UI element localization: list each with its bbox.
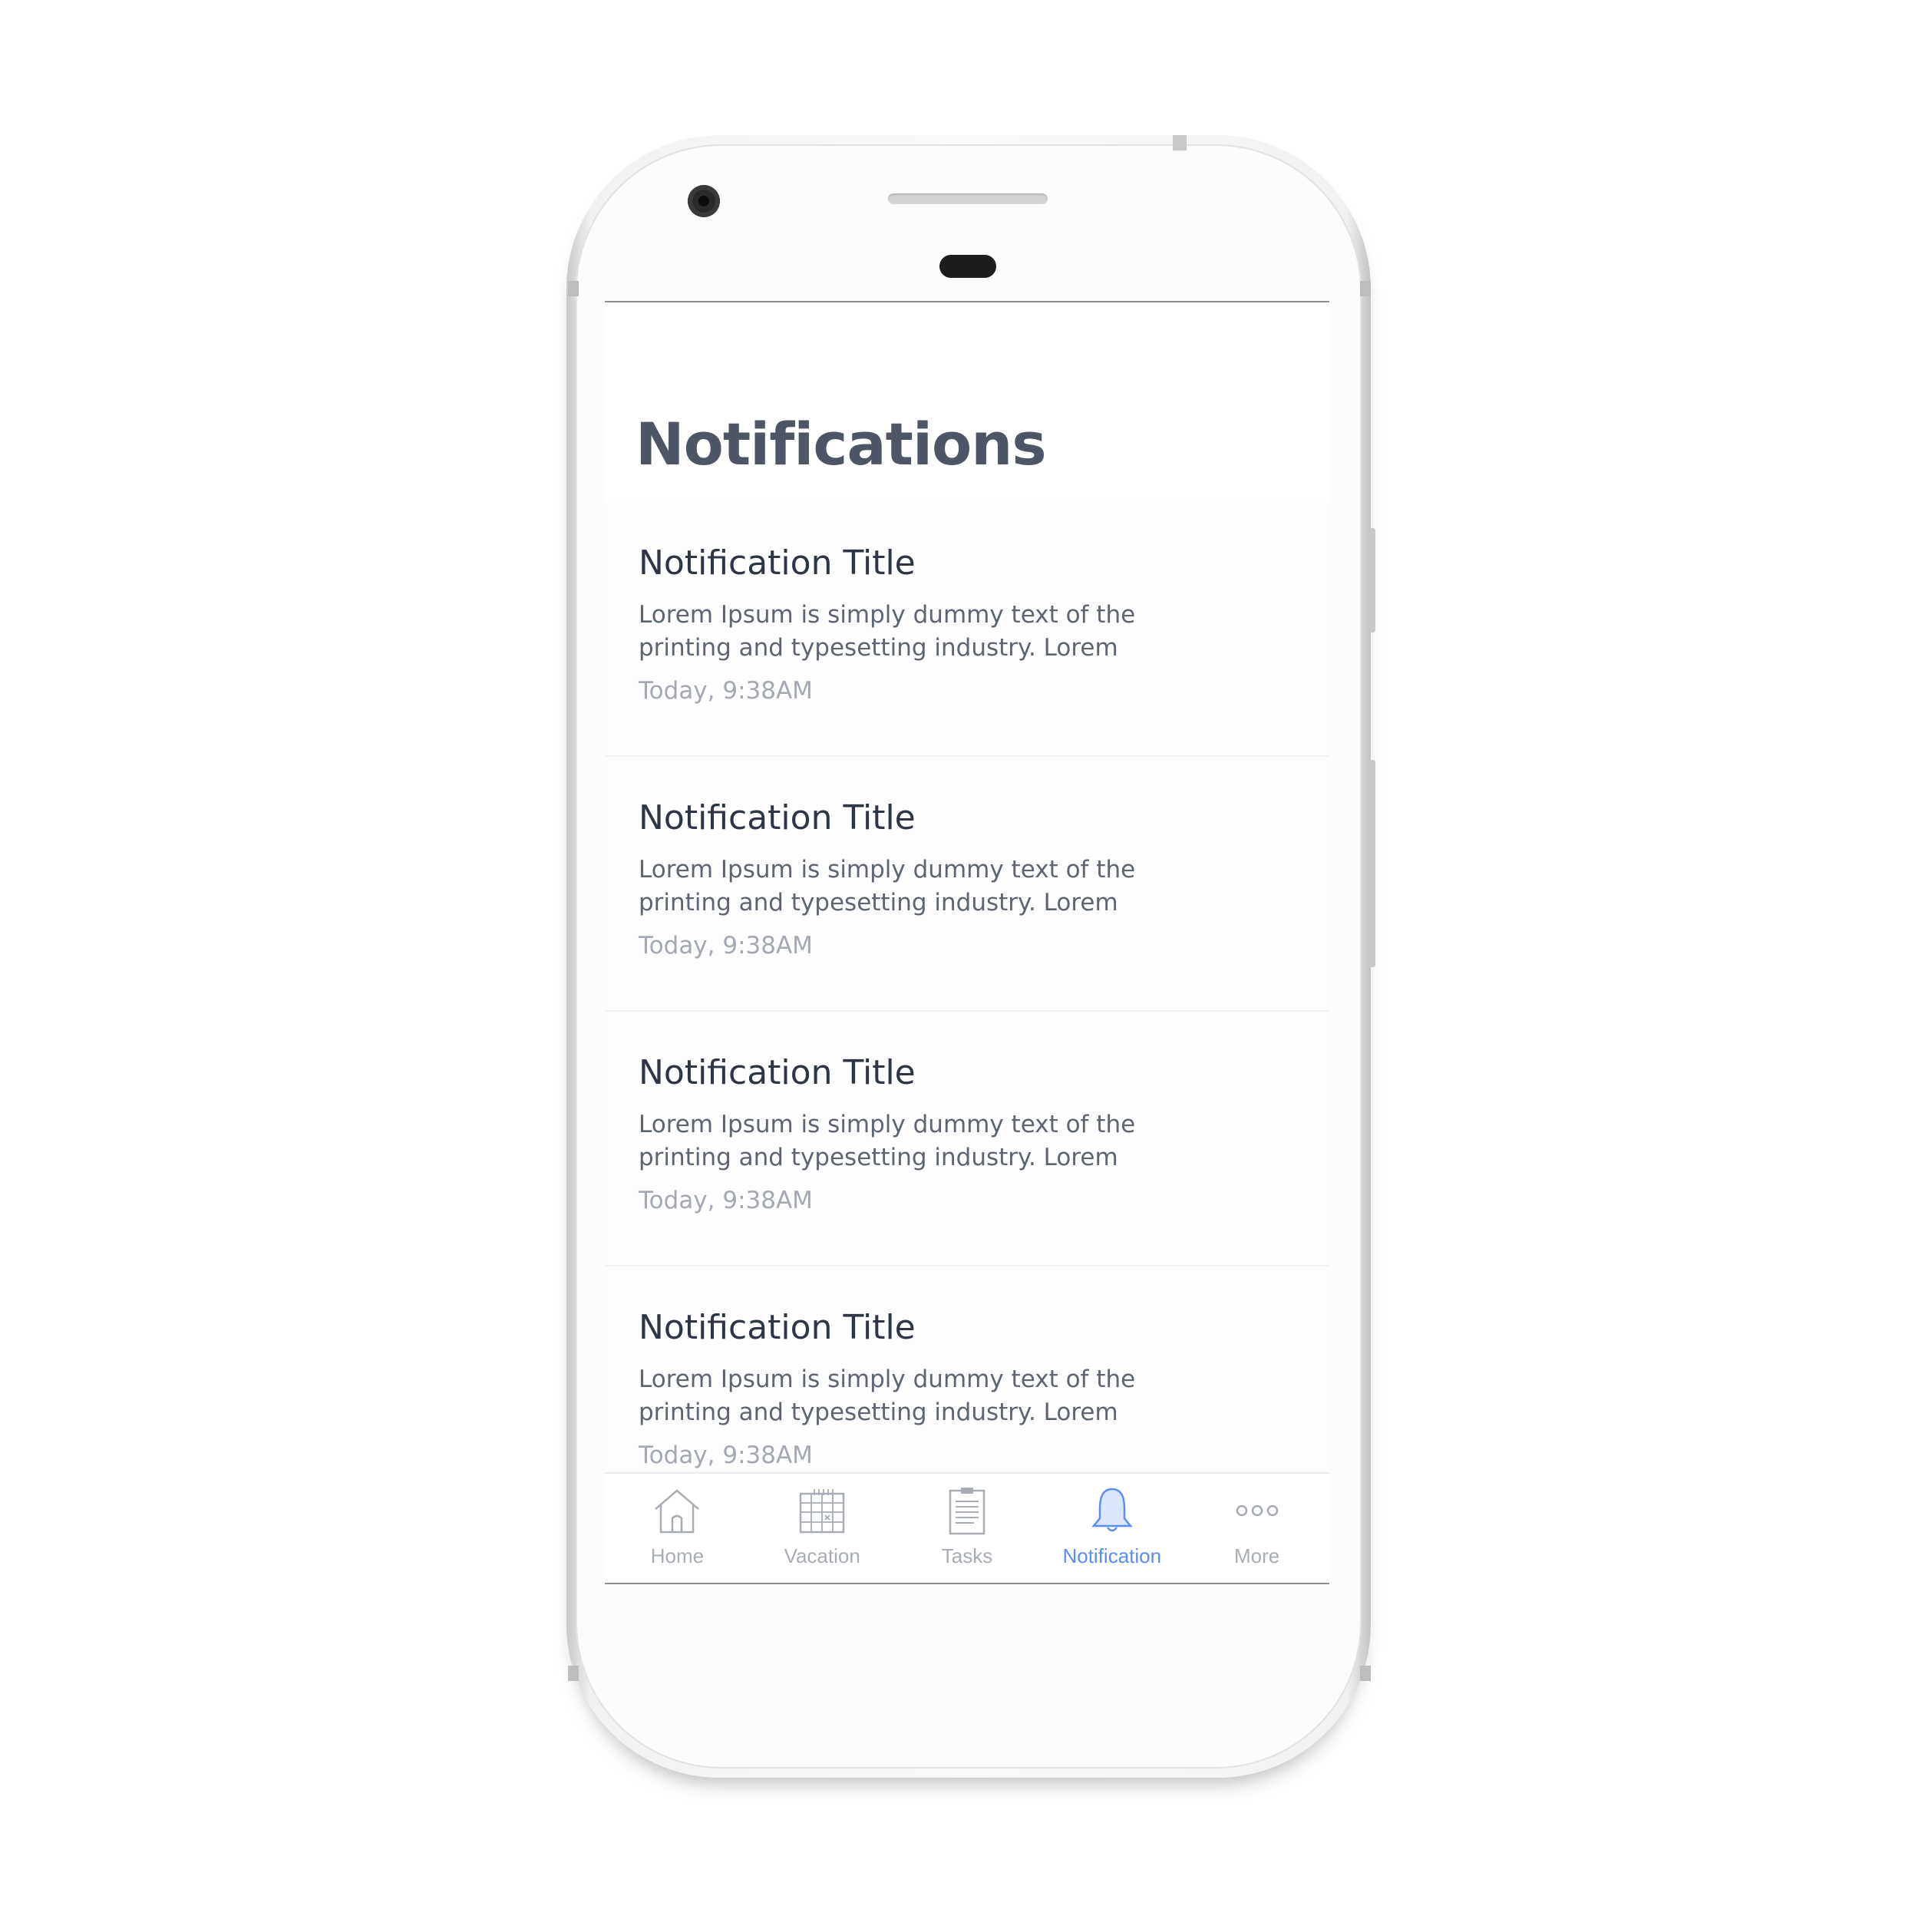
- bottom-tab-bar: Home Vacation Tasks Notification More: [605, 1472, 1329, 1583]
- tab-label: More: [1233, 1544, 1280, 1567]
- notification-time: Today, 9:38AM: [639, 677, 813, 705]
- phone-top-mark: [1173, 135, 1187, 150]
- calendar-icon: [799, 1489, 845, 1534]
- power-button: [1369, 528, 1375, 632]
- notification-time: Today, 9:38AM: [639, 1442, 813, 1469]
- notification-body: Lorem Ipsum is simply dummy text of the …: [639, 601, 1136, 662]
- home-icon: [655, 1489, 700, 1534]
- tab-vacation[interactable]: Vacation: [750, 1474, 895, 1583]
- bell-icon: [1091, 1488, 1133, 1532]
- notification-list: Notification Title Lorem Ipsum is simply…: [605, 502, 1329, 1521]
- notification-title: Notification Title: [639, 543, 916, 583]
- notification-body: Lorem Ipsum is simply dummy text of the …: [639, 1111, 1136, 1171]
- clipboard-icon: [949, 1488, 985, 1535]
- device-stage: Notifications Notification Title Lorem I…: [0, 0, 1928, 1932]
- notification-body: Lorem Ipsum is simply dummy text of the …: [639, 856, 1136, 916]
- notification-time: Today, 9:38AM: [639, 1187, 813, 1214]
- notification-title: Notification Title: [639, 798, 916, 837]
- antenna-band: [568, 1666, 579, 1681]
- notification-body: Lorem Ipsum is simply dummy text of the …: [639, 1366, 1136, 1426]
- tab-label: Tasks: [941, 1544, 993, 1567]
- tab-notification[interactable]: Notification: [1039, 1474, 1184, 1583]
- antenna-band: [568, 281, 579, 296]
- antenna-band: [1360, 1666, 1371, 1681]
- notification-item[interactable]: Notification Title Lorem Ipsum is simply…: [605, 502, 1329, 757]
- app-screen: Notifications Notification Title Lorem I…: [605, 301, 1329, 1584]
- tab-home[interactable]: Home: [605, 1474, 750, 1583]
- proximity-sensor: [939, 255, 996, 278]
- notification-time: Today, 9:38AM: [639, 932, 813, 959]
- tab-more[interactable]: More: [1184, 1474, 1329, 1583]
- notification-title: Notification Title: [639, 1308, 916, 1347]
- more-dots-icon: [1236, 1504, 1278, 1517]
- volume-button: [1369, 760, 1375, 967]
- earpiece-speaker: [888, 193, 1048, 204]
- page-title: Notifications: [636, 410, 1047, 478]
- front-camera-icon: [688, 185, 720, 217]
- antenna-band: [1360, 281, 1371, 296]
- notification-item[interactable]: Notification Title Lorem Ipsum is simply…: [605, 1012, 1329, 1267]
- tab-label: Notification: [1062, 1544, 1162, 1567]
- tab-label: Vacation: [784, 1544, 860, 1567]
- notification-title: Notification Title: [639, 1053, 916, 1092]
- tab-label: Home: [650, 1544, 705, 1567]
- notification-item[interactable]: Notification Title Lorem Ipsum is simply…: [605, 757, 1329, 1012]
- tab-tasks[interactable]: Tasks: [895, 1474, 1040, 1583]
